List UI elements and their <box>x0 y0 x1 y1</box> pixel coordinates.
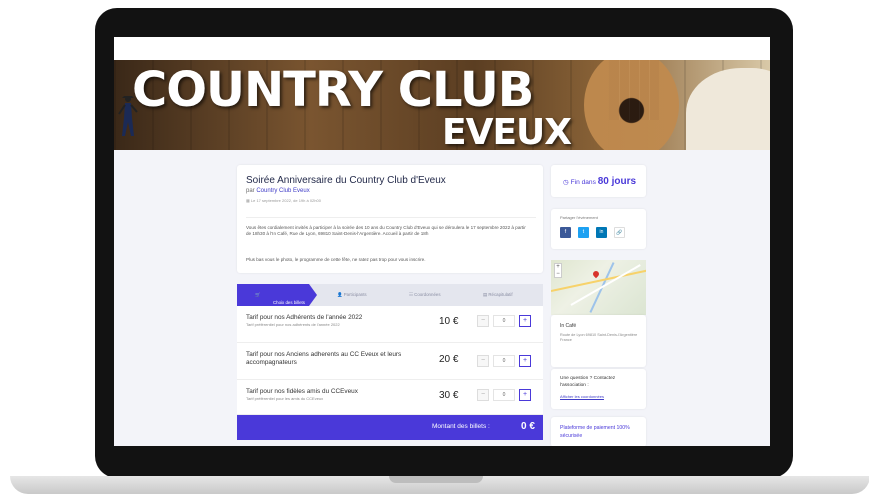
event-banner: COUNTRY CLUB EVEUX <box>114 60 770 150</box>
map-pin-icon <box>591 269 601 279</box>
guitar-image <box>584 60 679 150</box>
ticket-name: Tarif pour nos Adhérents de l'année 2022 <box>246 314 363 321</box>
browser-screen: COUNTRY CLUB EVEUX Soirée Anniversaire d… <box>114 37 770 446</box>
linkedin-icon[interactable]: in <box>596 227 607 238</box>
banner-title-line1: COUNTRY CLUB <box>132 62 534 118</box>
event-title: Soirée Anniversaire du Country Club d'Ev… <box>246 175 446 186</box>
quantity-input[interactable]: 0 <box>493 355 515 367</box>
secure-payment-text: Plateforme de paiement 100% sécurisée <box>560 425 630 439</box>
divider <box>246 217 536 218</box>
event-description-2: Plus bas vous le photo, le programme de … <box>246 257 426 262</box>
countdown-value: 80 jours <box>597 176 637 187</box>
venue-map[interactable]: + − <box>551 260 646 315</box>
event-organizer: par Country Club Eveux <box>246 188 310 194</box>
countdown-text: ◷ Fin dans 80 jours <box>563 176 637 187</box>
venue-address: Route de Lyon 69810 Saint-Denis-l'Argent… <box>560 333 638 342</box>
ticket-row: Tarif pour nos fidèles amis du CCEveux T… <box>237 380 543 415</box>
ticket-price: 20 € <box>439 354 459 365</box>
tab-ticket-choice[interactable]: 🛒 Choix des billets <box>237 284 317 306</box>
quantity-input[interactable]: 0 <box>493 389 515 401</box>
contact-card: Une question ? Contactez l'association :… <box>551 369 646 409</box>
tab-summary[interactable]: ▤ Récapitulatif <box>483 292 513 298</box>
payment-card: Plateforme de paiement 100% sécurisée <box>551 417 646 446</box>
quantity-decrease-button[interactable]: − <box>477 389 489 401</box>
top-navbar <box>114 37 770 60</box>
checkout-steps: 🛒 Choix des billets 👤 Participants ☷ Coo… <box>237 284 543 306</box>
total-label: Montant des billets : <box>432 423 490 430</box>
quantity-input[interactable]: 0 <box>493 315 515 327</box>
link-icon[interactable]: 🔗 <box>614 227 625 238</box>
banner-title-line2: EVEUX <box>442 112 572 150</box>
ticket-price: 30 € <box>439 390 459 401</box>
tab-participants[interactable]: 👤 Participants <box>337 292 367 298</box>
event-description: Vous êtes cordialement invités à partici… <box>246 225 526 236</box>
ticket-subtitle: Tarif préférentiel pour les amis du CCEv… <box>246 396 324 401</box>
quantity-increase-button[interactable]: + <box>519 315 531 327</box>
organizer-prefix: par <box>246 188 255 194</box>
ticket-name: Tarif pour nos fidèles amis du CCEveux <box>246 388 358 395</box>
total-bar: Montant des billets : 0 € <box>237 415 543 440</box>
venue-name: In Café <box>560 323 577 329</box>
ticket-price: 10 € <box>439 316 459 327</box>
map-zoom-control[interactable]: + − <box>554 263 562 278</box>
tab-ticket-choice-label: 🛒 Choix des billets <box>255 292 305 305</box>
laptop-notch <box>389 476 483 483</box>
total-amount: 0 € <box>521 421 535 432</box>
ticket-name: Tarif pour nos Anciens adherents au CC E… <box>246 351 402 366</box>
contact-question: Une question ? Contactez l'association : <box>560 376 616 388</box>
facebook-icon[interactable]: f <box>560 227 571 238</box>
quantity-increase-button[interactable]: + <box>519 355 531 367</box>
twitter-icon[interactable]: t <box>578 227 589 238</box>
quantity-increase-button[interactable]: + <box>519 389 531 401</box>
ticket-row: Tarif pour nos Adhérents de l'année 2022… <box>237 306 543 343</box>
event-info-card: Soirée Anniversaire du Country Club d'Ev… <box>237 165 543 273</box>
organizer-link[interactable]: Country Club Eveux <box>256 188 309 194</box>
ticket-row: Tarif pour nos Anciens adherents au CC E… <box>237 343 543 380</box>
countdown-prefix: Fin dans <box>570 179 596 186</box>
share-card: Partager l'événement f t in 🔗 <box>551 209 646 249</box>
show-contact-link[interactable]: Afficher les coordonnées <box>560 394 604 399</box>
share-label: Partager l'événement <box>560 215 598 220</box>
event-date-text: Le 17 septembre 2022, de 19h à 02h00 <box>250 198 321 203</box>
tab-contact-details[interactable]: ☷ Coordonnées <box>409 292 441 298</box>
venue-card: In Café Route de Lyon 69810 Saint-Denis-… <box>551 315 646 367</box>
ticket-subtitle: Tarif préférentiel pour nos adhérents de… <box>246 322 340 327</box>
quantity-decrease-button[interactable]: − <box>477 315 489 327</box>
event-date: ▦ Le 17 septembre 2022, de 19h à 02h00 <box>246 198 321 203</box>
countdown-card: ◷ Fin dans 80 jours <box>551 165 646 197</box>
quantity-decrease-button[interactable]: − <box>477 355 489 367</box>
